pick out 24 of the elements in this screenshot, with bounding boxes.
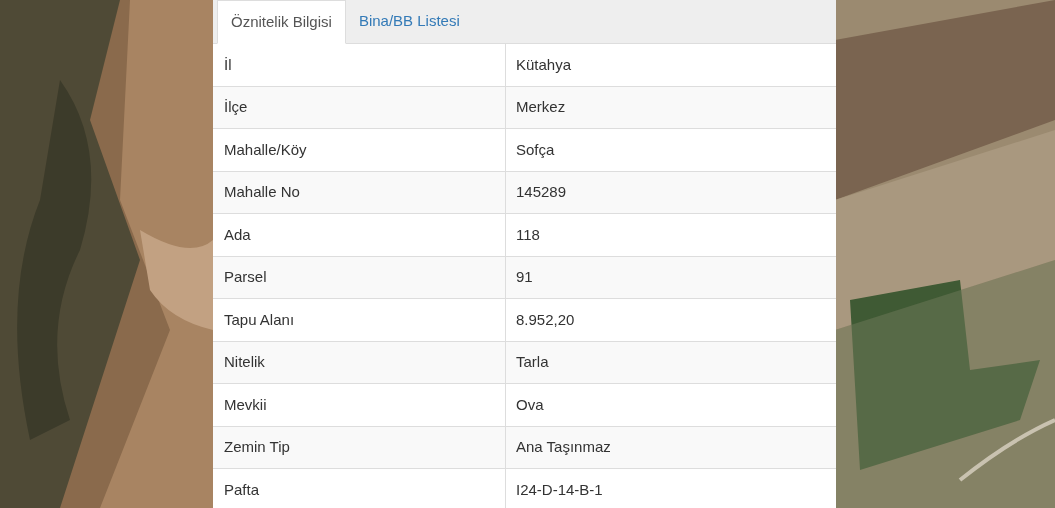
table-cell: Mevkii: [213, 384, 506, 426]
table-cell-text: 91: [515, 267, 534, 287]
table-cell: Nitelik: [213, 341, 506, 383]
table-cell-text: Merkez: [515, 97, 567, 117]
table-cell-text: 145289: [515, 182, 568, 202]
table-cell: Mahalle No: [213, 171, 506, 213]
table-cell-text: Ana Taşınmaz: [515, 437, 612, 457]
table-cell: Ada: [213, 214, 506, 256]
table-cell-text: 8.952,20: [515, 309, 576, 330]
table-cell-text: Kütahya: [515, 54, 573, 75]
table-cell: Parsel: [213, 256, 506, 298]
table-cell-text: Tarla: [515, 352, 550, 372]
table-cell: Tapu Alanı: [213, 299, 506, 341]
table-cell-text: I24-D-14-B-1: [515, 479, 604, 500]
table-cell: Zemin Tip: [213, 426, 506, 468]
tab[interactable]: Bina/BB Listesi: [345, 0, 473, 43]
table-cell: Pafta: [213, 469, 506, 508]
table-cell-text: Sofça: [515, 139, 556, 160]
table-cell: Mahalle/Köy: [213, 129, 506, 171]
table-cell-text: 118: [515, 224, 541, 245]
tab[interactable]: Öznitelik Bilgisi: [217, 0, 346, 44]
table-cell: İlçe: [213, 86, 506, 128]
table-cell: İl: [213, 44, 506, 86]
table-cell-text: Ova: [515, 394, 545, 415]
